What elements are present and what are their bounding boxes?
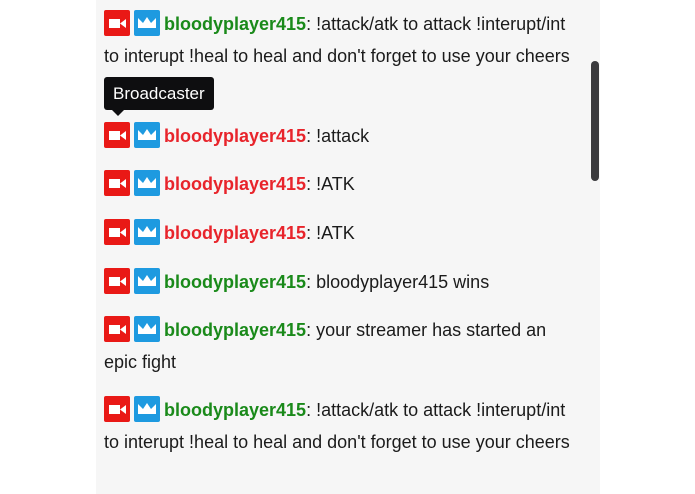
chat-username[interactable]: bloodyplayer415 (164, 174, 306, 194)
video-camera-icon (109, 405, 126, 414)
tooltip-arrow (111, 109, 125, 116)
chat-text: !ATK (311, 174, 355, 194)
broadcaster-badge[interactable] (104, 170, 130, 196)
prime-badge[interactable] (134, 219, 160, 245)
video-camera-icon (109, 131, 126, 140)
prime-badge[interactable] (134, 10, 160, 36)
chat-username[interactable]: bloodyplayer415 (164, 400, 306, 420)
crown-icon (138, 177, 156, 188)
crown-icon (138, 323, 156, 334)
chat-message: bloodyplayer415: !attack/atk to attack !… (104, 394, 579, 458)
video-camera-icon (109, 179, 126, 188)
broadcaster-badge[interactable] (104, 268, 130, 294)
video-camera-icon (109, 19, 126, 28)
chat-panel: bloodyplayer415: !attack/atk to attack !… (96, 0, 600, 494)
chat-username[interactable]: bloodyplayer415 (164, 320, 306, 340)
broadcaster-badge[interactable] (104, 396, 130, 422)
broadcaster-badge[interactable] (104, 122, 130, 148)
chat-text: bloodyplayer415 wins (311, 272, 490, 292)
chat-message: bloodyplayer415: !attack (104, 120, 579, 152)
chat-text: !ATK (311, 223, 355, 243)
chat-username[interactable]: bloodyplayer415 (164, 14, 306, 34)
prime-badge[interactable] (134, 122, 160, 148)
chat-text: !attack (311, 126, 370, 146)
chat-username[interactable]: bloodyplayer415 (164, 126, 306, 146)
chat-message: bloodyplayer415: !attack/atk to attack !… (104, 8, 579, 72)
video-camera-icon (109, 325, 126, 334)
crown-icon (138, 403, 156, 414)
crown-icon (138, 275, 156, 286)
chat-scrollbar[interactable] (591, 61, 599, 181)
crown-icon (138, 226, 156, 237)
broadcaster-badge[interactable] (104, 316, 130, 342)
broadcaster-tooltip: Broadcaster (104, 77, 214, 110)
prime-badge[interactable] (134, 268, 160, 294)
crown-icon (138, 129, 156, 140)
chat-message: bloodyplayer415: !ATK (104, 217, 579, 249)
crown-icon (138, 17, 156, 28)
prime-badge[interactable] (134, 396, 160, 422)
chat-message: bloodyplayer415: !ATK (104, 168, 579, 200)
broadcaster-badge[interactable] (104, 219, 130, 245)
broadcaster-badge[interactable] (104, 10, 130, 36)
chat-message: bloodyplayer415: bloodyplayer415 wins (104, 266, 579, 298)
prime-badge[interactable] (134, 316, 160, 342)
prime-badge[interactable] (134, 170, 160, 196)
chat-message: bloodyplayer415: your streamer has start… (104, 314, 579, 378)
video-camera-icon (109, 228, 126, 237)
video-camera-icon (109, 277, 126, 286)
chat-username[interactable]: bloodyplayer415 (164, 223, 306, 243)
chat-username[interactable]: bloodyplayer415 (164, 272, 306, 292)
